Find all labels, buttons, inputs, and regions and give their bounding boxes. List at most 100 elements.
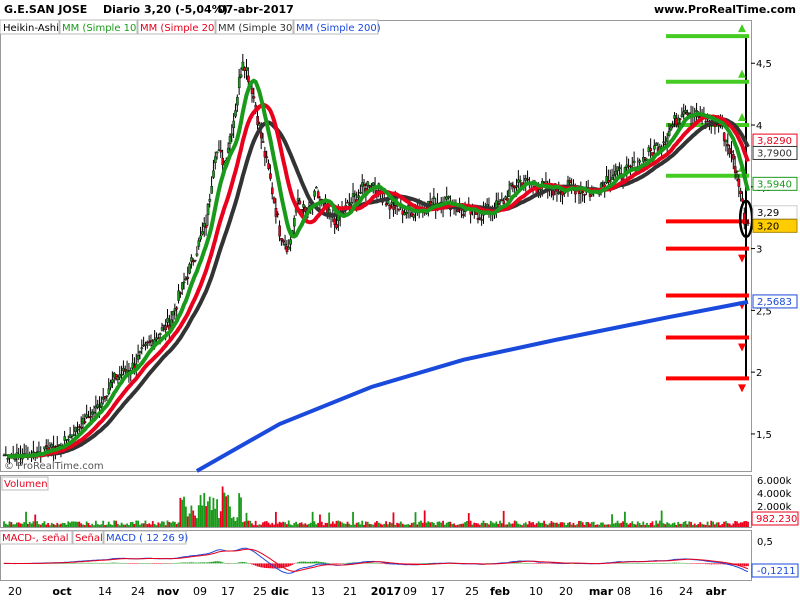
volume-bar: [61, 522, 64, 527]
volume-bar: [302, 524, 305, 527]
volume-bar: [736, 521, 738, 527]
volume-bar: [278, 521, 281, 527]
macd-hist-bar: [183, 562, 185, 564]
macd-legend-signal[interactable]: Señal: [75, 533, 103, 544]
legend-ma20[interactable]: MM (Simple 20): [140, 23, 218, 34]
volume-bar: [115, 520, 117, 527]
volume-bar: [517, 523, 520, 527]
x-tick-label: 13: [311, 585, 325, 598]
candle-up: [638, 160, 642, 163]
macd-hist-bar: [379, 563, 382, 564]
volume-bar: [102, 520, 105, 527]
candle-up: [680, 114, 684, 117]
volume-bar: [504, 524, 507, 527]
macd-hist-bar: [203, 562, 206, 564]
macd-hist-bar: [218, 561, 220, 564]
macd-hist-bar: [346, 562, 349, 564]
macd-legend-macd[interactable]: MACD ( 12 26 9): [106, 533, 188, 544]
volume-bar: [425, 522, 428, 527]
macd-hist-bar: [291, 563, 294, 565]
volume-bar: [74, 521, 77, 527]
macd-hist-bar: [186, 562, 189, 564]
candle-down: [388, 204, 392, 210]
volume-bar: [94, 520, 97, 527]
candle-up: [100, 402, 103, 407]
volume-bar: [511, 523, 514, 527]
volume-bar: [269, 524, 272, 527]
volume-bar: [592, 521, 595, 527]
volume-bar: [568, 522, 571, 527]
volume-bar: [442, 520, 444, 527]
legend-heikin-ashi[interactable]: Heikin-Ashi: [3, 23, 59, 34]
candle-up: [289, 239, 292, 245]
volume-bar: [322, 525, 325, 527]
volume-bar: [23, 522, 26, 527]
volume-bar: [693, 523, 696, 527]
legend-ma200[interactable]: MM (Simple 200): [296, 23, 381, 34]
macd-hist-bar: [190, 562, 193, 564]
candle-up: [632, 160, 636, 163]
macd-hist-bar: [719, 563, 722, 565]
macd-hist-bar: [238, 562, 240, 564]
volume-bar: [535, 523, 538, 527]
volume-bar: [467, 513, 470, 527]
volume-bar: [232, 516, 235, 527]
macd-legend-signal-diff[interactable]: MACD-, señal: [2, 533, 69, 544]
candle-up: [140, 347, 144, 350]
volume-title[interactable]: Volumen: [4, 479, 48, 490]
macd-hist-bar: [87, 562, 90, 564]
volume-bar: [368, 523, 371, 527]
volume-bar: [199, 495, 202, 527]
legend-ma10[interactable]: MM (Simple 10): [62, 23, 140, 34]
volume-bar: [669, 524, 672, 527]
volume-bar: [54, 524, 57, 527]
legend-ma30[interactable]: MM (Simple 30): [218, 23, 296, 34]
volume-bar: [245, 512, 248, 527]
macd-hist-bar: [298, 561, 301, 564]
volume-bar: [104, 525, 106, 527]
candle-up: [206, 203, 210, 216]
volume-bar: [546, 524, 549, 527]
macd-hist-bar: [704, 563, 707, 565]
volume-bar: [451, 524, 454, 527]
volume-bar: [4, 523, 7, 527]
candle-up: [109, 382, 112, 388]
volume-bar: [423, 510, 426, 527]
volume-bar: [348, 523, 351, 527]
macd-hist-bar: [545, 563, 547, 564]
volume-bar: [570, 524, 573, 527]
arrow-up-icon: [738, 69, 746, 78]
macd-hist-bar: [229, 563, 231, 564]
volume-bar: [195, 518, 198, 527]
macd-hist-bar: [199, 562, 202, 564]
volume-bar: [701, 523, 703, 527]
volume-bar: [697, 523, 700, 527]
volume-bar: [337, 520, 340, 527]
volume-bar: [737, 523, 740, 527]
volume-bar: [715, 522, 718, 527]
volume-bar: [572, 522, 575, 527]
macd-hist-bar: [412, 563, 415, 564]
candle-down: [149, 340, 153, 342]
x-tick-label: 09: [193, 585, 207, 598]
candle-down: [263, 151, 267, 158]
candle-up: [673, 115, 676, 119]
watermark: © ProRealTime.com: [4, 461, 104, 472]
macd-hist-bar: [627, 563, 630, 564]
ma200-line: [195, 299, 749, 473]
volume-bar: [502, 510, 505, 527]
macd-hist-bar: [308, 561, 310, 564]
volume-bar: [212, 497, 215, 527]
volume-bar: [469, 520, 472, 527]
volume-bar: [631, 521, 634, 527]
volume-bar: [330, 523, 332, 527]
macd-hist-bar: [341, 563, 343, 564]
volume-bar: [726, 523, 729, 527]
volume-bar: [162, 521, 165, 527]
macd-hist-bar: [679, 562, 681, 564]
volume-bar: [633, 524, 636, 527]
x-tick-label: 25: [465, 585, 479, 598]
macd-hist-bar: [126, 563, 128, 564]
volume-bar: [177, 522, 180, 527]
candle-up: [614, 170, 618, 175]
